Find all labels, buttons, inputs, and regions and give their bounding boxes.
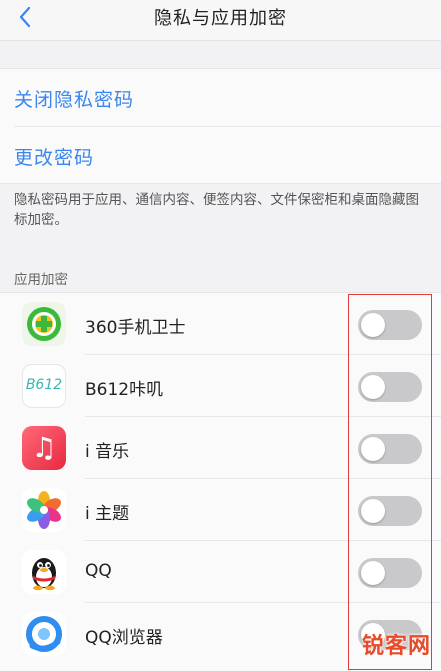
app-name: i 主题 — [85, 504, 130, 524]
toggle-knob — [361, 437, 385, 461]
app-row-itheme: i 主题 — [0, 479, 441, 541]
app-row-qq: QQ — [0, 541, 441, 603]
toggle-knob — [361, 499, 385, 523]
app-lock-toggle-itheme[interactable] — [358, 496, 422, 526]
app-lock-toggle-qq-browser[interactable] — [358, 620, 422, 650]
back-arrow-icon — [19, 6, 31, 28]
change-password-label: 更改密码 — [14, 147, 95, 169]
app-lock-toggle-imusic[interactable] — [358, 434, 422, 464]
qq-browser-icon — [22, 612, 66, 656]
spacer — [0, 41, 441, 68]
app-row-qq-browser: QQ浏览器 — [0, 603, 441, 665]
app-row-360: 360手机卫士 — [0, 293, 441, 355]
app-lock-toggle-qq[interactable] — [358, 558, 422, 588]
change-password-button[interactable]: 更改密码 — [0, 127, 441, 183]
app-row-imusic: ♫ i 音乐 — [0, 417, 441, 479]
b612-icon: B612 — [22, 364, 66, 408]
toggle-knob — [361, 561, 385, 585]
disable-privacy-password-label: 关闭隐私密码 — [14, 89, 135, 111]
theme-icon — [22, 488, 66, 532]
music-icon-glyph: ♫ — [31, 431, 57, 464]
section-label-app-encryption: 应用加密 — [14, 272, 68, 288]
app-lock-toggle-360[interactable] — [358, 310, 422, 340]
disable-privacy-password-button[interactable]: 关闭隐私密码 — [0, 69, 441, 125]
app-row-b612: B612 B612咔叽 — [0, 355, 441, 417]
b612-icon-text: B612 — [25, 377, 63, 393]
page-title: 隐私与应用加密 — [154, 8, 287, 29]
app-name: i 音乐 — [85, 442, 130, 462]
privacy-description: 隐私密码用于应用、通信内容、便签内容、文件保密柜和桌面隐藏图标加密。 — [14, 192, 419, 228]
app-name: QQ — [85, 561, 112, 581]
toggle-knob — [361, 375, 385, 399]
qq-penguin-icon — [22, 550, 66, 594]
toggle-knob — [361, 313, 385, 337]
app-name: QQ浏览器 — [85, 628, 163, 648]
app-encryption-list: 360手机卫士 B612 B612咔叽 ♫ i 音乐 i 主题 QQ QQ浏览器 — [0, 292, 441, 671]
top-bar: 隐私与应用加密 — [0, 0, 441, 41]
360-security-icon — [22, 302, 66, 346]
app-name: B612咔叽 — [85, 380, 164, 400]
music-icon: ♫ — [22, 426, 66, 470]
toggle-knob — [361, 623, 385, 647]
app-lock-toggle-b612[interactable] — [358, 372, 422, 402]
app-name: 360手机卫士 — [85, 318, 186, 338]
password-actions-card: 关闭隐私密码 更改密码 — [0, 68, 441, 184]
back-button[interactable] — [12, 4, 38, 30]
